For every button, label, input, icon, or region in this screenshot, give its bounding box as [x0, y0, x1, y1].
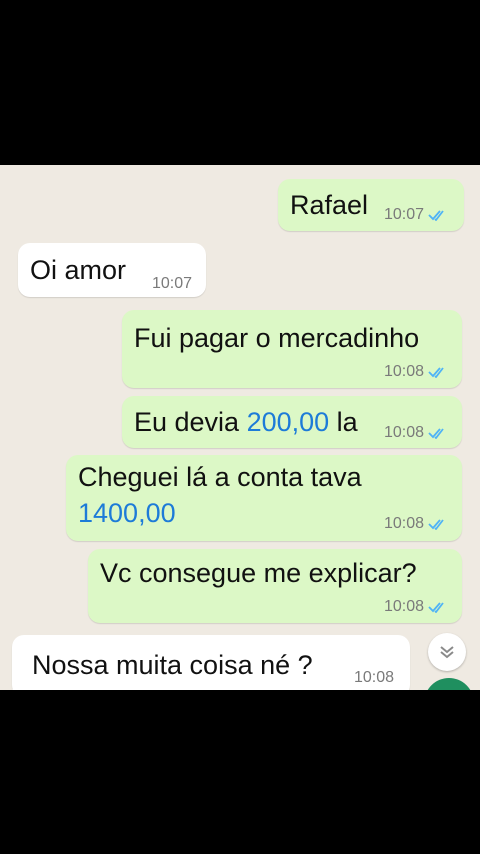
message-text: Eu devia 200,00 la: [134, 406, 358, 438]
double-chevron-down-icon: [440, 646, 454, 659]
double-check-icon: [428, 367, 444, 378]
message-text: Fui pagar o mercadinho: [134, 323, 420, 353]
message-bubble-outgoing[interactable]: Cheguei lá a conta tava 1400,00 10:08: [66, 455, 462, 541]
letterbox-bottom: [0, 690, 480, 854]
message-text: Cheguei lá a conta tava: [78, 462, 362, 492]
message-time: 10:08: [384, 424, 425, 441]
message-text: Vc consegue me explicar?: [100, 558, 417, 588]
message-text: Rafael: [290, 190, 369, 220]
message-text-part: Eu devia: [134, 407, 247, 437]
message-meta: 10:08: [384, 515, 448, 533]
message-meta: 10:08: [384, 598, 448, 616]
message-bubble-incoming-partial: [12, 683, 408, 690]
scroll-to-bottom-button[interactable]: [428, 633, 466, 671]
message-bubble-outgoing[interactable]: Eu devia 200,00 la 10:08: [122, 396, 462, 448]
message-meta: 10:07: [384, 206, 448, 224]
message-time: 10:07: [152, 275, 193, 292]
double-check-icon: [428, 428, 444, 439]
message-bubble-outgoing[interactable]: Rafael 10:07: [278, 179, 464, 231]
double-check-icon: [428, 210, 444, 221]
message-time: 10:07: [384, 206, 425, 223]
message-text: Nossa muita coisa né ?: [32, 650, 313, 680]
amount-link[interactable]: 200,00: [247, 407, 330, 437]
message-bubble-incoming[interactable]: Nossa muita coisa né ? 10:08: [12, 635, 410, 690]
chat-area[interactable]: Rafael 10:07 Oi amor 10:07 Fui pagar o m…: [0, 165, 480, 690]
message-bubble-outgoing[interactable]: Vc consegue me explicar? 10:08: [88, 549, 462, 623]
double-check-icon: [428, 519, 444, 530]
message-time: 10:08: [384, 515, 425, 532]
message-time: 10:08: [384, 363, 425, 380]
message-bubble-outgoing[interactable]: Fui pagar o mercadinho 10:08: [122, 310, 462, 388]
message-text: Oi amor: [30, 255, 127, 285]
message-meta: 10:08: [384, 424, 448, 442]
message-time: 10:08: [384, 598, 425, 615]
message-meta: 10:08: [384, 363, 448, 381]
message-meta: 10:07: [152, 275, 192, 293]
message-text-part: la: [329, 407, 358, 437]
amount-link[interactable]: 1400,00: [78, 497, 176, 529]
double-check-icon: [428, 602, 444, 613]
message-bubble-incoming[interactable]: Oi amor 10:07: [18, 243, 206, 297]
